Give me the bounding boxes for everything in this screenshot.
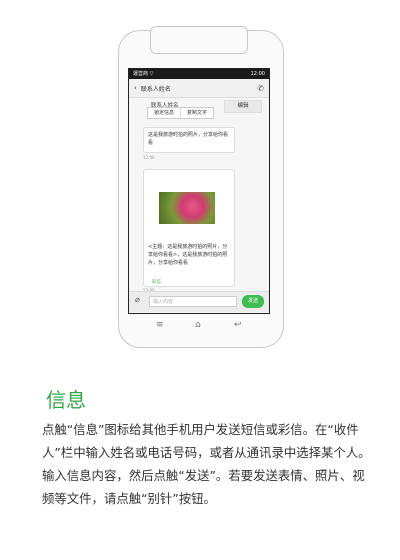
conversation-header: ‹ 联系人姓名 ✆ [129, 79, 269, 98]
edit-button[interactable]: 编辑 [224, 100, 262, 113]
mms-bubble[interactable]: <主题：这是我旅游时拍的照片，分享给你看看>，这是我旅游时拍的照片，分享给你看看 [143, 169, 235, 287]
message-timestamp: 12:00 [143, 155, 155, 160]
message-bubble[interactable]: 这是我旅游时拍的照片，分享给你看看 [143, 127, 235, 153]
menu-icon[interactable]: ≡ [156, 320, 164, 330]
home-icon[interactable]: ⌂ [195, 320, 201, 330]
return-icon[interactable]: ↩ [234, 320, 242, 330]
send-button[interactable]: 发送 [242, 295, 264, 308]
lock-message-option[interactable]: 锁定信息 [148, 108, 180, 118]
copy-text-option[interactable]: 复制文字 [180, 108, 213, 118]
section-description: 点触“信息”图标给其他手机用户发送短信或彩信。在“收件人”栏中输入姓名或电话号码… [42, 422, 371, 506]
mms-label: 彩信 [152, 280, 161, 285]
camera-module [150, 26, 248, 54]
clock: 12:00 [250, 71, 265, 77]
back-arrow-icon[interactable]: ‹ [134, 84, 137, 92]
message-input[interactable]: 输入内容 [149, 296, 237, 307]
paperclip-icon[interactable]: ⌀ [135, 295, 140, 304]
message-text: 这是我旅游时拍的照片，分享给你看看 [148, 132, 229, 146]
phone-call-icon[interactable]: ✆ [257, 84, 264, 93]
contact-name: 联系人姓名 [140, 85, 171, 93]
flower-photo[interactable] [159, 192, 215, 224]
context-menu: 锁定信息 复制文字 [147, 107, 215, 119]
phone-screen: 運営商 ▽ 12:00 ‹ 联系人姓名 ✆ 联系人姓名 编辑 锁定信息 复制文字… [128, 68, 270, 314]
mms-text: <主题：这是我旅游时拍的照片，分享给你看看>，这是我旅游时拍的照片，分享给你看看 [148, 244, 228, 266]
compose-bar: ⌀ 输入内容 发送 [129, 291, 269, 312]
section-heading: 信息 [46, 388, 86, 412]
status-bar: 運営商 ▽ 12:00 [129, 69, 269, 79]
carrier-label: 運営商 ▽ [133, 71, 154, 77]
